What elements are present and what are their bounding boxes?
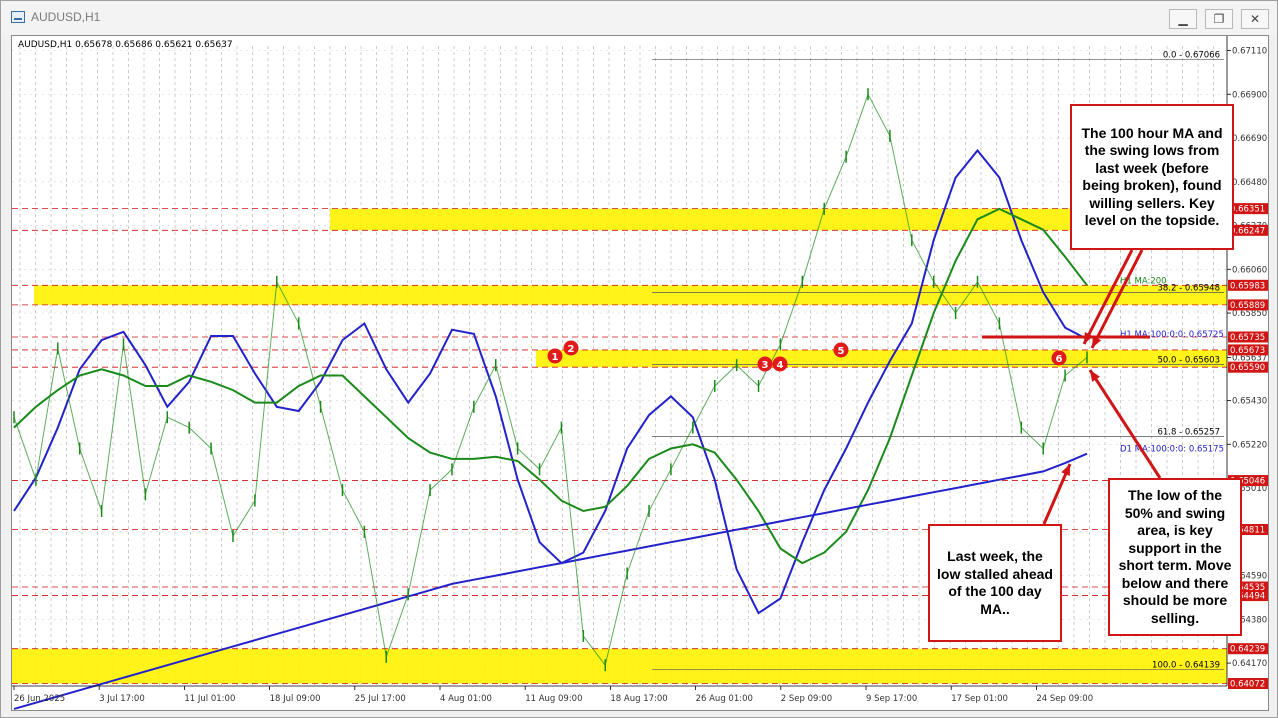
price-level-tag-label: 0.64239 <box>1230 645 1265 655</box>
price-tick-label: 0.64170 <box>1232 659 1267 669</box>
fib-label: 100.0 - 0.64139 <box>1152 661 1220 671</box>
time-tick-label: 26 Jun 2025 <box>14 694 65 704</box>
price-level-tag-label: 0.66351 <box>1230 205 1265 215</box>
time-tick-label: 17 Sep 01:00 <box>951 694 1008 704</box>
fib-label: 38.2 - 0.65948 <box>1157 284 1220 294</box>
price-level-tag-label: 0.65983 <box>1230 281 1265 291</box>
chart-header: AUDUSD,H1 0.65678 0.65686 0.65621 0.6563… <box>18 40 233 50</box>
time-tick-label: 18 Aug 17:00 <box>610 694 667 704</box>
ma-label: D1 MA:100:0:0: 0.65175 <box>1120 445 1224 455</box>
restore-button[interactable]: ❐ <box>1205 9 1233 29</box>
window-title: AUDUSD,H1 <box>31 10 101 24</box>
time-tick-label: 25 Jul 17:00 <box>355 694 406 704</box>
time-tick-label: 18 Jul 09:00 <box>270 694 321 704</box>
price-level-tag-label: 0.65590 <box>1230 363 1265 373</box>
swing-marker-label: 4 <box>777 360 784 371</box>
fib-label: 61.8 - 0.65257 <box>1157 428 1220 438</box>
time-tick-label: 9 Sep 17:00 <box>866 694 917 704</box>
yellow-zone <box>34 285 1227 305</box>
time-axis: 26 Jun 2025 3 Jul 17:00 11 Jul 01:00 18 Jul… <box>12 685 1227 704</box>
swing-marker-label: 2 <box>568 344 575 355</box>
time-tick-label: 2 Sep 09:00 <box>781 694 832 704</box>
ma-label: H1 MA:100:0:0: 0.65725 <box>1120 330 1224 340</box>
time-tick-label: 24 Sep 09:00 <box>1036 694 1093 704</box>
price-tick-label: 0.65430 <box>1232 397 1267 407</box>
trading-window: AUDUSD,H1 ▁ ❐ ✕ 0.0 - 0.67066 38.2 - 0.65… <box>0 0 1278 718</box>
swing-marker-label: 1 <box>552 352 559 363</box>
price-tick-label: 0.66060 <box>1232 265 1267 275</box>
price-level-tag-label: 0.66247 <box>1230 226 1265 236</box>
annotation-arrow <box>1088 369 1162 479</box>
swing-marker-label: 5 <box>838 346 845 357</box>
chart-area[interactable]: 0.0 - 0.67066 38.2 - 0.65948 50.0 - 0.6560… <box>11 35 1269 711</box>
annotation-day-ma-stall: Last week, the low stalled ahead of the … <box>928 524 1062 642</box>
price-level-tag-label: 0.65673 <box>1230 346 1265 356</box>
annotation-ma-sellers: The 100 hour MA and the swing lows from … <box>1070 104 1234 250</box>
fib-label: 0.0 - 0.67066 <box>1163 51 1220 61</box>
time-tick-label: 11 Jul 01:00 <box>184 694 235 704</box>
close-button[interactable]: ✕ <box>1241 9 1269 29</box>
price-tick-label: 0.66480 <box>1232 178 1267 188</box>
yellow-zone <box>12 648 1227 684</box>
price-tick-label: 0.65220 <box>1232 440 1267 450</box>
title-bar: AUDUSD,H1 ▁ ❐ ✕ <box>1 1 1277 35</box>
time-tick-label: 11 Aug 09:00 <box>525 694 582 704</box>
fib-label: 50.0 - 0.65603 <box>1157 356 1220 366</box>
swing-marker-label: 3 <box>762 360 769 371</box>
price-level-tag-label: 0.65735 <box>1230 333 1265 343</box>
price-tick-label: 0.67110 <box>1232 47 1267 57</box>
annotation-fifty-support: The low of the 50% and swing area, is ke… <box>1108 478 1242 636</box>
price-level-tag-label: 0.65889 <box>1230 301 1265 311</box>
price-level-tag-label: 0.64072 <box>1230 679 1265 689</box>
minimize-button[interactable]: ▁ <box>1169 9 1197 29</box>
time-tick-label: 26 Aug 01:00 <box>696 694 753 704</box>
price-tick-label: 0.66690 <box>1232 134 1267 144</box>
time-tick-label: 3 Jul 17:00 <box>99 694 145 704</box>
chart-window-icon <box>11 11 25 23</box>
time-tick-label: 4 Aug 01:00 <box>440 694 492 704</box>
price-tick-label: 0.66900 <box>1232 90 1267 100</box>
swing-marker-label: 6 <box>1056 354 1063 365</box>
